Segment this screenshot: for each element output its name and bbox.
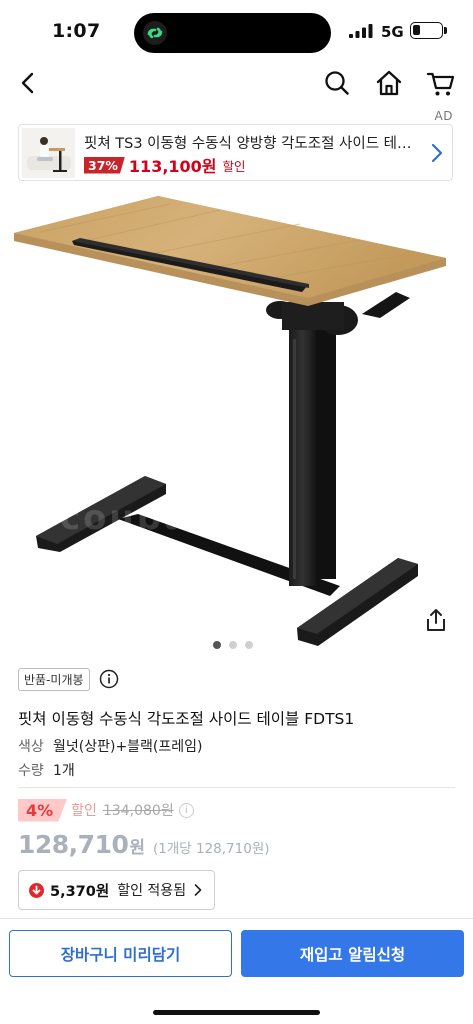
gallery-dot[interactable]: [213, 641, 221, 649]
gallery-pagination: [213, 641, 253, 649]
discount-row: 4% 할인 134,080원 i: [18, 797, 194, 823]
chevron-right-icon: [194, 884, 202, 896]
ad-price-row: 37% 113,100원 할인: [84, 155, 246, 176]
option-row-quantity: 수량 1개: [18, 760, 75, 780]
gallery-dot[interactable]: [245, 641, 253, 649]
coupon-button[interactable]: 5,370원 할인 적용됨: [18, 870, 215, 910]
battery-icon: [410, 22, 443, 39]
link-activity-icon: [143, 21, 167, 45]
ad-title: 핏쳐 TS3 이동형 수동식 양방향 각도조절 사이드 테이...: [84, 136, 424, 152]
product-tag-row: 반품-미개봉: [18, 667, 119, 691]
network-type: 5G: [381, 23, 404, 41]
discount-badge: 4%: [18, 798, 68, 822]
option-key: 색상: [18, 739, 44, 755]
option-value: 월넛(상판)+블랙(프레임): [53, 739, 203, 755]
discount-label: 할인: [71, 803, 97, 819]
share-icon[interactable]: [424, 607, 448, 633]
chevron-right-icon: [431, 143, 443, 163]
arrow-down-circle-icon: [29, 882, 44, 898]
top-nav: [0, 62, 473, 108]
signal-icon: [349, 24, 373, 38]
status-bar: 1:07 5G: [0, 0, 473, 62]
divider: [18, 787, 455, 788]
gallery-dot[interactable]: [229, 641, 237, 649]
restock-alert-button[interactable]: 재입고 알림신청: [241, 930, 464, 977]
home-icon[interactable]: [372, 66, 406, 100]
cart-icon[interactable]: [424, 66, 458, 100]
info-circle-icon[interactable]: i: [178, 802, 194, 818]
option-value: 1개: [53, 763, 75, 779]
unit-price: (1개당 128,710원): [153, 841, 270, 857]
bottom-bar-divider: [0, 918, 473, 919]
ad-sale-label: 할인: [222, 158, 246, 174]
coupon-text: 할인 적용됨: [117, 883, 187, 899]
option-row-color: 색상 월넛(상판)+블랙(프레임): [18, 736, 203, 756]
ad-label: AD: [434, 109, 453, 123]
final-price: 128,710: [18, 830, 129, 859]
condition-tag: 반품-미개봉: [18, 667, 90, 691]
original-price: 134,080원: [102, 803, 174, 819]
ad-price: 113,100원: [128, 157, 217, 176]
watermark: coupang: [60, 498, 245, 538]
dynamic-island: [134, 13, 331, 53]
product-image[interactable]: [0, 184, 473, 662]
ad-banner[interactable]: 핏쳐 TS3 이동형 수동식 양방향 각도조절 사이드 테이... 37% 11…: [18, 124, 453, 181]
price-unit: 원: [129, 838, 146, 858]
ad-thumbnail: [22, 128, 75, 178]
status-time: 1:07: [52, 20, 101, 42]
search-icon[interactable]: [320, 66, 354, 100]
info-icon[interactable]: [99, 669, 119, 689]
battery-cap: [444, 27, 447, 34]
product-title: 핏쳐 이동형 수동식 각도조절 사이드 테이블 FDTS1: [18, 710, 355, 728]
ad-discount-badge: 37%: [84, 156, 125, 174]
coupon-amount: 5,370원: [50, 883, 110, 900]
home-indicator: [153, 1010, 320, 1015]
option-key: 수량: [18, 763, 44, 779]
add-to-cart-preview-button[interactable]: 장바구니 미리담기: [9, 930, 232, 977]
price-row: 128,710 원 (1개당 128,710원): [18, 830, 270, 862]
chevron-left-icon[interactable]: [12, 66, 46, 100]
